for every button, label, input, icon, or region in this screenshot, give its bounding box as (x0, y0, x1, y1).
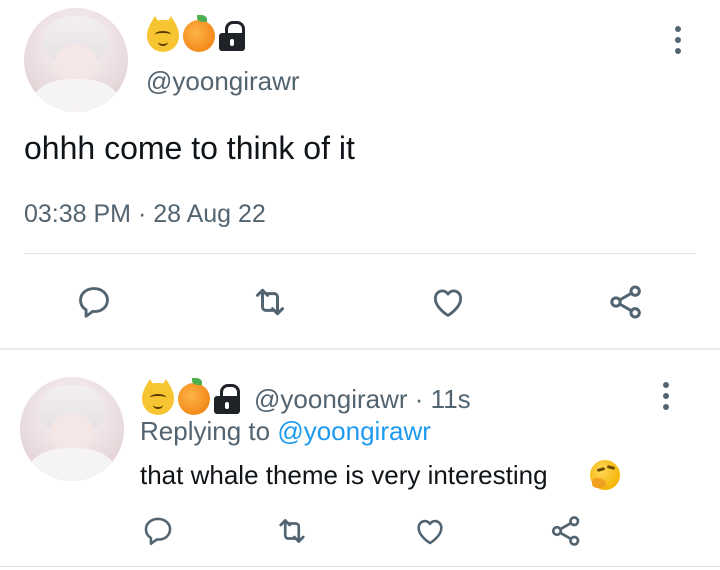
share-button[interactable] (604, 282, 648, 322)
section-divider (0, 348, 720, 350)
reply-icon (79, 287, 109, 318)
replying-to: Replying to @yoongirawr (140, 416, 431, 447)
tweet-text: ohhh come to think of it (24, 130, 355, 166)
like-button[interactable] (426, 282, 470, 322)
replying-to-label: Replying to (140, 416, 271, 446)
reply-button[interactable] (72, 282, 116, 322)
reply-like-button[interactable] (410, 512, 450, 550)
retweet-button[interactable] (248, 282, 292, 322)
reply-time: · 11s (414, 384, 471, 414)
divider (24, 253, 696, 254)
tangerine-icon (178, 378, 210, 415)
like-icon (417, 519, 443, 545)
avatar[interactable] (24, 8, 128, 112)
replying-to-mention[interactable]: @yoongirawr (277, 416, 431, 446)
more-options-button[interactable] (668, 20, 688, 60)
lock-icon (219, 21, 245, 51)
bottom-divider (0, 566, 720, 567)
thinking-face-icon (590, 460, 620, 490)
cat-face-icon (147, 16, 179, 52)
display-name[interactable] (147, 15, 245, 52)
reply-share-button[interactable] (546, 512, 586, 550)
avatar[interactable] (20, 377, 124, 481)
reply-more-options-button[interactable] (656, 376, 676, 416)
reply-retweet-button[interactable] (272, 512, 312, 550)
reply-handle[interactable]: @yoongirawr (254, 384, 408, 414)
lock-icon (214, 384, 240, 414)
share-icon (610, 285, 641, 319)
retweet-icon (279, 519, 305, 543)
cat-face-icon (142, 379, 174, 415)
share-icon (551, 516, 580, 546)
retweet-icon (256, 288, 284, 316)
reply-icon (144, 517, 172, 546)
reply-reply-button[interactable] (138, 512, 178, 550)
tweet-timestamp[interactable]: 03:38 PM · 28 Aug 22 (24, 200, 266, 229)
tweet-handle[interactable]: @yoongirawr (146, 66, 300, 97)
tangerine-icon (183, 15, 215, 52)
reply-text: that whale theme is very interesting (140, 460, 548, 490)
reply-display-name[interactable] (142, 378, 240, 415)
reply-handle-time[interactable]: @yoongirawr · 11s (254, 384, 471, 415)
like-icon (433, 289, 463, 317)
